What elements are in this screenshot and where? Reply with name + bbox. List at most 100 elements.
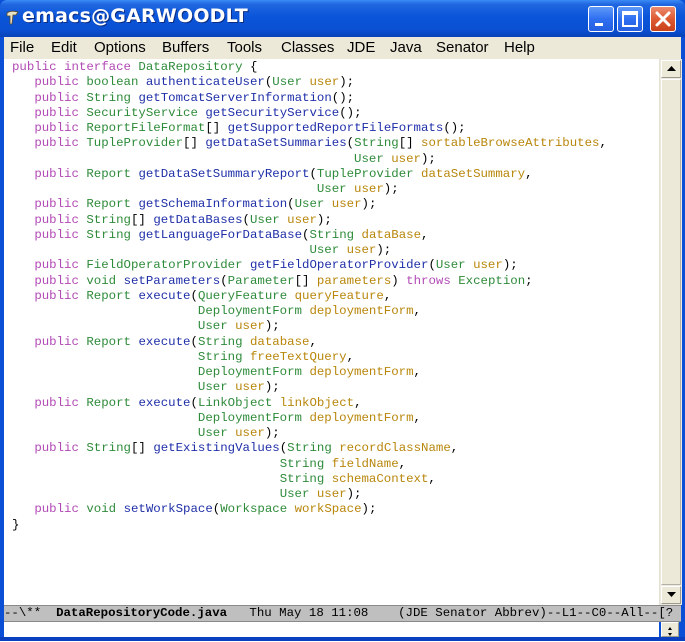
vertical-scrollbar[interactable] <box>659 59 682 605</box>
code-line[interactable]: User user); <box>12 152 607 167</box>
close-button[interactable] <box>650 6 676 32</box>
menu-buffers[interactable]: Buffers <box>162 39 209 56</box>
punctuation-token <box>12 243 309 257</box>
code-line[interactable]: public SecurityService getSecurityServic… <box>12 106 607 121</box>
type-token: DeploymentForm <box>197 304 302 318</box>
code-line[interactable]: public Report getSchemaInformation(User … <box>12 197 607 212</box>
function-name-token: getSchemaInformation <box>138 197 288 212</box>
code-line[interactable]: } <box>12 518 607 533</box>
punctuation-token: ) <box>391 273 407 288</box>
function-name-token: execute <box>138 334 191 349</box>
type-token: User <box>272 75 303 90</box>
code-line[interactable]: public String getLanguageForDataBase(Str… <box>12 228 607 243</box>
punctuation-token <box>116 274 123 288</box>
type-token: String <box>279 456 325 471</box>
type-token: String <box>279 471 325 486</box>
code-line[interactable]: String freeTextQuery, <box>12 350 607 365</box>
code-line[interactable]: public ReportFileFormat[] getSupportedRe… <box>12 121 607 136</box>
code-line[interactable]: public void setWorkSpace(Workspace workS… <box>12 502 607 517</box>
punctuation-token <box>324 457 331 471</box>
code-line[interactable]: public TupleProvider[] getDataSetSummari… <box>12 136 607 151</box>
emacs-window: emacs@GARWOODLT File Edit Options Buffer… <box>0 0 685 641</box>
code-line[interactable]: String schemaContext, <box>12 472 607 487</box>
punctuation-token: , <box>398 456 407 471</box>
modeline-time: Thu May 18 11:08 <box>227 606 399 620</box>
punctuation-token: ); <box>383 182 399 196</box>
punctuation-token <box>12 502 34 516</box>
menu-tools[interactable]: Tools <box>227 39 262 56</box>
code-line[interactable]: User user); <box>12 380 607 395</box>
punctuation-token <box>12 213 34 227</box>
code-line[interactable]: User user); <box>12 426 607 441</box>
code-line[interactable]: User user); <box>12 182 607 197</box>
menu-java[interactable]: Java <box>390 39 422 56</box>
modeline-buffer-name[interactable]: DataRepositoryCode.java <box>56 606 227 620</box>
code-line[interactable]: User user); <box>12 487 607 502</box>
code-line[interactable]: public void setParameters(Parameter[] pa… <box>12 274 607 289</box>
punctuation-token <box>12 106 34 120</box>
code-line[interactable]: public FieldOperatorProvider getFieldOpe… <box>12 258 607 273</box>
minibuffer[interactable] <box>4 622 659 637</box>
type-token: User <box>197 426 228 440</box>
menu-edit[interactable]: Edit <box>51 39 77 56</box>
code-line[interactable]: public boolean authenticateUser(User use… <box>12 75 607 90</box>
source-code[interactable]: public interface DataRepository { public… <box>12 60 607 533</box>
minimize-button[interactable] <box>588 6 614 32</box>
code-line[interactable]: public Report execute(QueryFeature query… <box>12 289 607 304</box>
maximize-button[interactable] <box>617 6 643 32</box>
keyword-token: public <box>12 60 57 74</box>
scroll-down-button[interactable] <box>661 586 681 604</box>
code-line[interactable]: DeploymentForm deploymentForm, <box>12 365 607 380</box>
type-token: Report <box>86 334 131 349</box>
punctuation-token: , <box>428 471 436 486</box>
code-line[interactable]: DeploymentForm deploymentForm, <box>12 304 607 319</box>
function-name-token: getFieldOperatorProvider <box>249 258 429 273</box>
punctuation-token: , <box>413 365 421 379</box>
punctuation-token: ); <box>420 151 436 166</box>
code-line[interactable]: public Report execute(String database, <box>12 335 607 350</box>
punctuation-token <box>12 487 280 501</box>
scroll-up-button[interactable] <box>661 60 681 78</box>
menu-jde[interactable]: JDE <box>347 39 375 56</box>
type-token: User <box>354 151 384 166</box>
code-line[interactable]: public Report getDataSetSummaryReport(Tu… <box>12 167 607 182</box>
code-line[interactable]: public Report execute(LinkObject linkObj… <box>12 396 607 411</box>
menu-options[interactable]: Options <box>94 39 146 56</box>
menu-file[interactable]: File <box>10 39 34 56</box>
type-token: Report <box>86 197 131 212</box>
punctuation-token <box>12 182 317 196</box>
parameter-token: database <box>250 334 310 349</box>
emacs-gnu-icon <box>6 10 19 25</box>
type-token: Report <box>86 395 131 410</box>
punctuation-token: } <box>12 517 20 532</box>
code-line[interactable]: User user); <box>12 243 607 258</box>
code-line[interactable]: public String getTomcatServerInformation… <box>12 91 607 106</box>
code-line[interactable]: public String[] getExistingValues(String… <box>12 441 607 456</box>
title-bar[interactable]: emacs@GARWOODLT <box>0 0 685 37</box>
scroll-thumb[interactable] <box>661 79 681 585</box>
code-line[interactable]: DeploymentForm deploymentForm, <box>12 411 607 426</box>
keyword-token: public <box>34 166 79 181</box>
code-line[interactable]: String fieldName, <box>12 457 607 472</box>
type-token: String <box>86 90 131 105</box>
editor-buffer[interactable]: public interface DataRepository { public… <box>4 59 659 605</box>
menu-senator[interactable]: Senator <box>436 39 489 56</box>
parameter-token: user <box>354 182 384 196</box>
minibuffer-scroll[interactable] <box>661 622 679 637</box>
code-line[interactable]: public interface DataRepository { <box>12 60 607 75</box>
code-line[interactable]: User user); <box>12 319 607 334</box>
punctuation-token <box>228 426 235 440</box>
punctuation-token <box>12 441 34 455</box>
punctuation-token: ( <box>190 288 198 303</box>
parameter-token: user <box>235 426 265 440</box>
punctuation-token: (); <box>339 105 362 120</box>
menu-classes[interactable]: Classes <box>281 39 334 56</box>
modeline-modes[interactable]: (JDE Senator Abbrev)--L1--C0--All--[? <box>398 606 673 620</box>
keyword-token: throws <box>406 273 451 288</box>
menu-help[interactable]: Help <box>504 39 535 56</box>
punctuation-token: ); <box>264 380 280 395</box>
punctuation-token: { <box>242 60 258 74</box>
type-token: User <box>294 197 325 212</box>
punctuation-token: ( <box>309 166 317 181</box>
code-line[interactable]: public String[] getDataBases(User user); <box>12 213 607 228</box>
